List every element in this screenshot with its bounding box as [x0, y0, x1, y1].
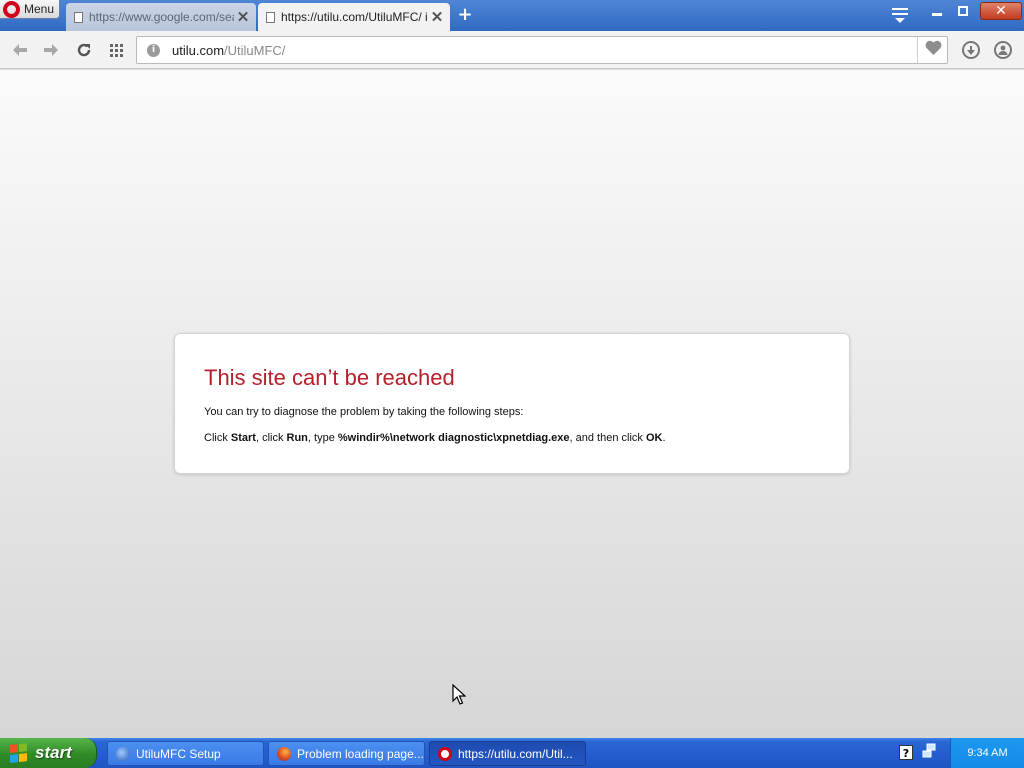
steps-run: Run [286, 432, 308, 444]
browser-title-bar: Menu https://www.google.com/search ✕ htt… [0, 0, 1024, 31]
error-card: This site can’t be reached You can try t… [174, 333, 850, 474]
steps-text: Click [204, 432, 231, 444]
steps-text: , click [255, 432, 287, 444]
utilumfc-icon [116, 746, 130, 761]
url-host: utilu.com [172, 42, 225, 58]
error-title: This site can’t be reached [204, 365, 455, 390]
minimize-button[interactable] [926, 2, 948, 20]
mouse-pointer-icon [452, 684, 466, 705]
system-tray: 9:34 AM [950, 738, 1024, 768]
tab-google-search[interactable]: https://www.google.com/search ✕ [66, 3, 256, 31]
page-icon [74, 11, 83, 23]
url-path: /UtiluMFC/ [224, 42, 286, 58]
opera-menu-button[interactable]: Menu [0, 0, 60, 19]
firefox-icon [277, 746, 291, 761]
bookmark-heart-icon[interactable] [925, 40, 942, 60]
steps-text: , type [307, 432, 338, 444]
reload-icon[interactable] [73, 39, 95, 61]
restore-icon [958, 6, 968, 16]
forward-arrow-icon[interactable] [40, 39, 62, 61]
steps-text: . [662, 432, 666, 444]
help-tray-icon[interactable]: ? [899, 745, 913, 760]
back-arrow-icon[interactable] [9, 39, 31, 61]
windows-taskbar: start UtiluMFC Setup Problem loading pag… [0, 738, 1024, 768]
close-tab-icon[interactable]: ✕ [428, 8, 446, 26]
tab-utilu[interactable]: https://utilu.com/UtiluMFC/ is ✕ [258, 3, 450, 31]
taskbar-item-label: Problem loading page... [297, 746, 424, 761]
navigation-toolbar: i utilu.com/UtiluMFC/ [0, 31, 1024, 69]
downloads-icon[interactable] [960, 39, 982, 61]
close-tab-icon[interactable]: ✕ [234, 8, 252, 26]
account-icon[interactable] [992, 39, 1014, 61]
opera-icon [438, 746, 452, 761]
tab-title: https://www.google.com/search [89, 10, 234, 24]
taskbar-item-opera[interactable]: https://utilu.com/Util... [429, 741, 586, 766]
tab-title: https://utilu.com/UtiluMFC/ is [281, 10, 428, 24]
steps-text: , and then click [569, 432, 646, 444]
error-steps: Click Start, click Run, type %windir%\ne… [204, 432, 666, 444]
address-bar-divider [917, 37, 918, 63]
url-text[interactable]: utilu.com/UtiluMFC/ [172, 43, 285, 58]
new-tab-button[interactable]: + [456, 5, 474, 25]
restore-button[interactable] [952, 2, 974, 20]
start-button[interactable]: start [0, 738, 97, 768]
taskbar-item-label: https://utilu.com/Util... [458, 746, 573, 761]
close-window-button[interactable]: ✕ [980, 2, 1022, 20]
taskbar-item-label: UtiluMFC Setup [136, 746, 221, 761]
opera-logo-icon [3, 0, 20, 18]
taskbar-item-utilumfc-setup[interactable]: UtiluMFC Setup [107, 741, 264, 766]
page-icon [266, 11, 275, 23]
site-info-icon[interactable]: i [147, 43, 160, 57]
error-hint: You can try to diagnose the problem by t… [204, 406, 524, 418]
menu-label: Menu [24, 2, 55, 16]
speed-dial-grid-icon[interactable] [105, 39, 127, 61]
steps-ok: OK [645, 432, 663, 444]
clock[interactable]: 9:34 AM [967, 747, 1007, 759]
page-content: This site can’t be reached You can try t… [0, 70, 1024, 738]
taskbar-item-firefox[interactable]: Problem loading page... [268, 741, 425, 766]
windows-flag-icon [10, 743, 28, 763]
network-tray-icon[interactable] [922, 743, 936, 761]
address-bar[interactable]: i utilu.com/UtiluMFC/ [136, 36, 948, 64]
tab-menu-icon[interactable] [892, 8, 908, 23]
steps-command: %windir%\network diagnostic\xpnetdiag.ex… [337, 432, 570, 444]
start-label: start [35, 743, 72, 762]
steps-start: Start [230, 432, 256, 444]
